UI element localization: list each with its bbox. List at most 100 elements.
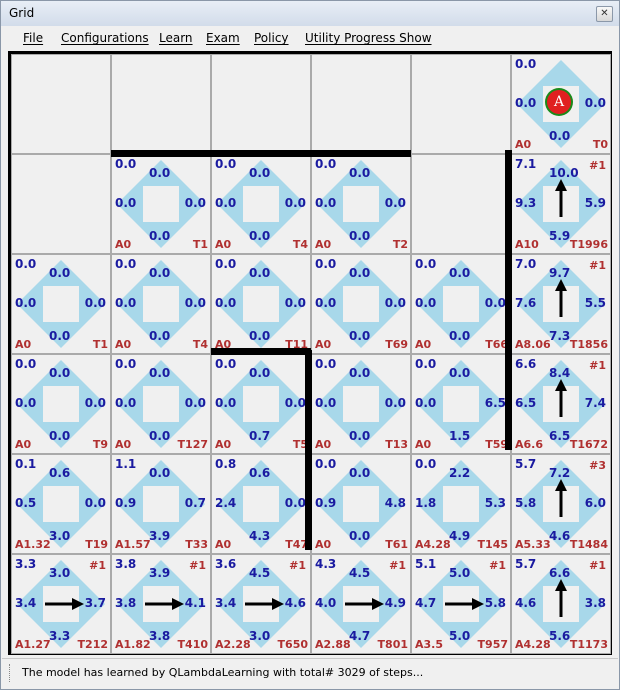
- menu-utility-progress-show[interactable]: Utility Progress Show: [305, 31, 432, 45]
- menu-policy[interactable]: Policy: [254, 31, 289, 45]
- state-value: 3.3: [15, 557, 37, 571]
- grid-cell[interactable]: 3.3 3.0 3.4 3.7 3.3 A1.27 T212 #1: [11, 554, 111, 654]
- eligibility-count: A0: [415, 338, 432, 351]
- eligibility-count: A0: [115, 238, 132, 251]
- q-value-right: 0.0: [384, 196, 406, 210]
- q-value-up: 2.2: [449, 466, 471, 480]
- grid-cell[interactable]: 7.0 9.7 7.6 5.5 7.3 A8.06 T1856 #1: [511, 254, 611, 354]
- grid-world-frame: 0.0 0.0 0.0 0.0 A0 T0 A 0.0 0.0 0.0 0.0 0.0 A0 T1 0.0 0…: [8, 51, 612, 655]
- menu-configurations[interactable]: Configurations: [61, 31, 149, 45]
- grid-cell[interactable]: [11, 54, 111, 154]
- state-value: 5.7: [515, 557, 537, 571]
- title-bar: Grid ✕: [1, 1, 619, 26]
- grid-cell[interactable]: 1.1 0.0 0.9 0.7 3.9 A1.57 T33: [111, 454, 211, 554]
- q-value-up: 0.0: [349, 466, 371, 480]
- grid-cell[interactable]: 0.1 0.6 0.5 0.0 3.0 A1.32 T19: [11, 454, 111, 554]
- q-value-up: 0.6: [49, 466, 71, 480]
- q-value-left: 0.0: [215, 396, 237, 410]
- q-value-down: 0.0: [349, 229, 371, 243]
- visit-count: T19: [85, 538, 108, 551]
- grid-cell[interactable]: 0.0 2.2 1.8 5.3 4.9 A4.28 T145: [411, 454, 511, 554]
- q-value-down: 3.8: [149, 629, 171, 643]
- q-value-left: 5.8: [515, 496, 537, 510]
- close-icon[interactable]: ✕: [596, 6, 613, 22]
- grid-cell[interactable]: [11, 154, 111, 254]
- grid-cell[interactable]: [311, 54, 411, 154]
- grid-cell[interactable]: 5.7 6.6 4.6 3.8 5.6 A4.28 T1173 #1: [511, 554, 611, 654]
- grid-cell[interactable]: [111, 54, 211, 154]
- eligibility-count: A0: [15, 438, 32, 451]
- menu-learn[interactable]: Learn: [159, 31, 193, 45]
- q-value-left: 3.4: [215, 596, 237, 610]
- grid-cell[interactable]: 0.0 0.0 0.0 0.0 0.0 A0 T127: [111, 354, 211, 454]
- q-value-right: 0.0: [184, 196, 206, 210]
- q-value-down: 0.7: [249, 429, 271, 443]
- grid-cell[interactable]: 5.1 5.0 4.7 5.8 5.0 A3.5 T957 #1: [411, 554, 511, 654]
- grid-cell[interactable]: 0.0 0.0 0.0 0.0 0.0 A0 T4: [211, 154, 311, 254]
- q-value-up: 0.0: [349, 166, 371, 180]
- state-value: 0.0: [115, 257, 137, 271]
- menu-file[interactable]: File: [23, 31, 43, 45]
- q-value-left: 9.3: [515, 196, 537, 210]
- grid-cell[interactable]: 0.0 0.0 0.0 0.0 0.0 A0 T1: [111, 154, 211, 254]
- grid-cell[interactable]: 0.0 0.0 0.0 0.0 0.0 A0 T69: [311, 254, 411, 354]
- q-value-left: 0.0: [115, 196, 137, 210]
- q-value-right: 7.4: [584, 396, 606, 410]
- grid-cell[interactable]: [411, 154, 511, 254]
- grid-cell[interactable]: 0.0 0.0 0.0 6.5 1.5 A0 T59: [411, 354, 511, 454]
- q-value-left: 2.4: [215, 496, 237, 510]
- grid-cell[interactable]: [211, 54, 311, 154]
- eligibility-count: A0: [115, 438, 132, 451]
- grid-cell[interactable]: 0.0 0.0 0.0 0.0 A0 T0 A: [511, 54, 611, 154]
- eligibility-count: A4.28: [415, 538, 451, 551]
- grid-cell[interactable]: 0.0 0.0 0.0 0.0 0.0 A0 T13: [311, 354, 411, 454]
- wall-segment: [111, 150, 411, 157]
- q-value-down: 0.0: [349, 329, 371, 343]
- grid-cell[interactable]: 0.0 0.0 0.0 0.0 0.0 A0 T11: [211, 254, 311, 354]
- rank-label: #1: [389, 559, 406, 572]
- q-value-down: 0.0: [449, 329, 471, 343]
- q-value-down: 6.5: [549, 429, 571, 443]
- q-value-left: 0.0: [415, 396, 437, 410]
- grid-cell[interactable]: 0.0 0.0 0.0 0.0 0.0 A0 T9: [11, 354, 111, 454]
- eligibility-count: A2.28: [215, 638, 251, 651]
- state-value: 4.3: [315, 557, 337, 571]
- q-value-left: 0.0: [315, 196, 337, 210]
- grid-cell[interactable]: 0.0 0.0 0.9 4.8 0.0 A0 T61: [311, 454, 411, 554]
- grid-cell[interactable]: [411, 54, 511, 154]
- q-value-down: 4.9: [449, 529, 471, 543]
- state-value: 0.0: [415, 357, 437, 371]
- q-value-down: 5.9: [549, 229, 571, 243]
- q-value-down: 5.6: [549, 629, 571, 643]
- app-window: Grid ✕ File Configurations Learn Exam Po…: [0, 0, 620, 690]
- state-value: 7.1: [515, 157, 537, 171]
- state-value: 0.0: [315, 457, 337, 471]
- grid-cell[interactable]: 0.8 0.6 2.4 0.0 4.3 A0 T47: [211, 454, 311, 554]
- grid-cell[interactable]: 0.0 0.0 0.0 0.0 0.0 A0 T66: [411, 254, 511, 354]
- q-value-down: 3.0: [49, 529, 71, 543]
- grid-cell[interactable]: 4.3 4.5 4.0 4.9 4.7 A2.88 T801 #1: [311, 554, 411, 654]
- state-value: 0.1: [15, 457, 37, 471]
- q-value-right: 0.0: [184, 396, 206, 410]
- grid-cell[interactable]: 6.6 8.4 6.5 7.4 6.5 A6.6 T1672 #1: [511, 354, 611, 454]
- grid-cell[interactable]: 0.0 0.0 0.0 0.0 0.0 A0 T4: [111, 254, 211, 354]
- grid-cell[interactable]: 5.7 7.2 5.8 6.0 4.6 A5.33 T1484 #3: [511, 454, 611, 554]
- menu-exam[interactable]: Exam: [206, 31, 240, 45]
- q-value-up: 0.0: [149, 366, 171, 380]
- visit-count: T1484: [569, 538, 608, 551]
- q-value-down: 4.6: [549, 529, 571, 543]
- grid-cell[interactable]: 3.6 4.5 3.4 4.6 3.0 A2.28 T650 #1: [211, 554, 311, 654]
- grid-cell[interactable]: 0.0 0.0 0.0 0.0 0.0 A0 T1: [11, 254, 111, 354]
- state-value: 0.0: [215, 357, 237, 371]
- q-value-right: 0.7: [184, 496, 206, 510]
- grid-cell[interactable]: 7.1 10.0 9.3 5.9 5.9 A10 T1996 #1: [511, 154, 611, 254]
- grid-cell[interactable]: 0.0 0.0 0.0 0.0 0.7 A0 T5: [211, 354, 311, 454]
- q-value-right: 3.7: [84, 596, 106, 610]
- q-value-left: 0.9: [315, 496, 337, 510]
- q-value-right: 0.0: [184, 296, 206, 310]
- q-value-down: 0.0: [149, 329, 171, 343]
- q-value-right: 5.3: [484, 496, 506, 510]
- visit-count: T410: [177, 638, 208, 651]
- grid-cell[interactable]: 3.8 3.9 3.8 4.1 3.8 A1.82 T410 #1: [111, 554, 211, 654]
- grid-cell[interactable]: 0.0 0.0 0.0 0.0 0.0 A0 T2: [311, 154, 411, 254]
